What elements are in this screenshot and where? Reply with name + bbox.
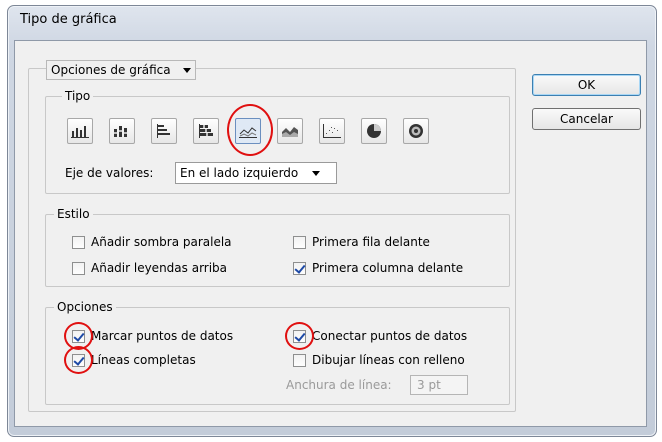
section-dropdown-label: Opciones de gráfica [51,63,171,77]
chart-type-bar[interactable] [151,118,177,144]
line-width-label: Anchura de línea: [286,378,392,392]
radar-chart-icon [409,124,423,138]
draw-filled-lines-checkbox[interactable] [293,354,306,367]
tipo-legend: Tipo [62,89,94,103]
connect-points-label: Conectar puntos de datos [312,329,468,343]
stacked-bar-chart-icon [199,124,213,138]
section-dropdown[interactable]: Opciones de gráfica [46,60,196,80]
chart-type-scatter[interactable] [319,118,345,144]
highlight-ring [227,104,273,156]
ok-button[interactable]: OK [532,74,641,96]
draw-filled-lines-label: Dibujar líneas con relleno [312,353,465,367]
add-legends-top-checkbox[interactable] [72,262,85,275]
mark-points-label: Marcar puntos de datos [91,329,234,343]
stacked-column-chart-icon [114,126,127,137]
chevron-down-icon [182,67,191,73]
first-row-front-checkbox[interactable] [293,236,306,249]
chart-type-stacked-column[interactable] [109,118,135,144]
chart-type-radar[interactable] [403,118,429,144]
opciones-legend: Opciones [54,300,116,314]
add-legends-top-label: Añadir leyendas arriba [91,261,228,275]
chart-type-pie[interactable] [361,118,387,144]
add-shadow-checkbox[interactable] [72,236,85,249]
highlight-ring [64,346,93,374]
chart-type-area[interactable] [277,118,303,144]
first-row-front-label: Primera fila delante [312,235,430,249]
estilo-legend: Estilo [54,207,93,221]
full-lines-label: Líneas completas [91,353,196,367]
value-axis-select[interactable]: En el lado izquierdo [175,162,337,184]
column-chart-icon [71,126,89,138]
line-width-input[interactable]: 3 pt [410,375,468,395]
bar-chart-icon [157,124,170,138]
scatter-chart-icon [323,124,341,138]
chart-type-stacked-bar[interactable] [193,118,219,144]
highlight-ring [285,322,314,350]
first-column-front-checkbox[interactable] [293,262,306,275]
value-axis-value: En el lado izquierdo [180,166,299,180]
chevron-down-icon [312,170,321,176]
add-shadow-label: Añadir sombra paralela [91,235,232,249]
area-chart-icon [282,127,298,137]
first-column-front-label: Primera columna delante [312,261,464,275]
cancel-button[interactable]: Cancelar [532,108,641,130]
window-title: Tipo de gráfica [20,12,117,27]
chart-type-column[interactable] [67,118,93,144]
value-axis-label: Eje de valores: [65,166,154,180]
estilo-group [45,214,510,287]
pie-chart-icon [367,124,381,138]
